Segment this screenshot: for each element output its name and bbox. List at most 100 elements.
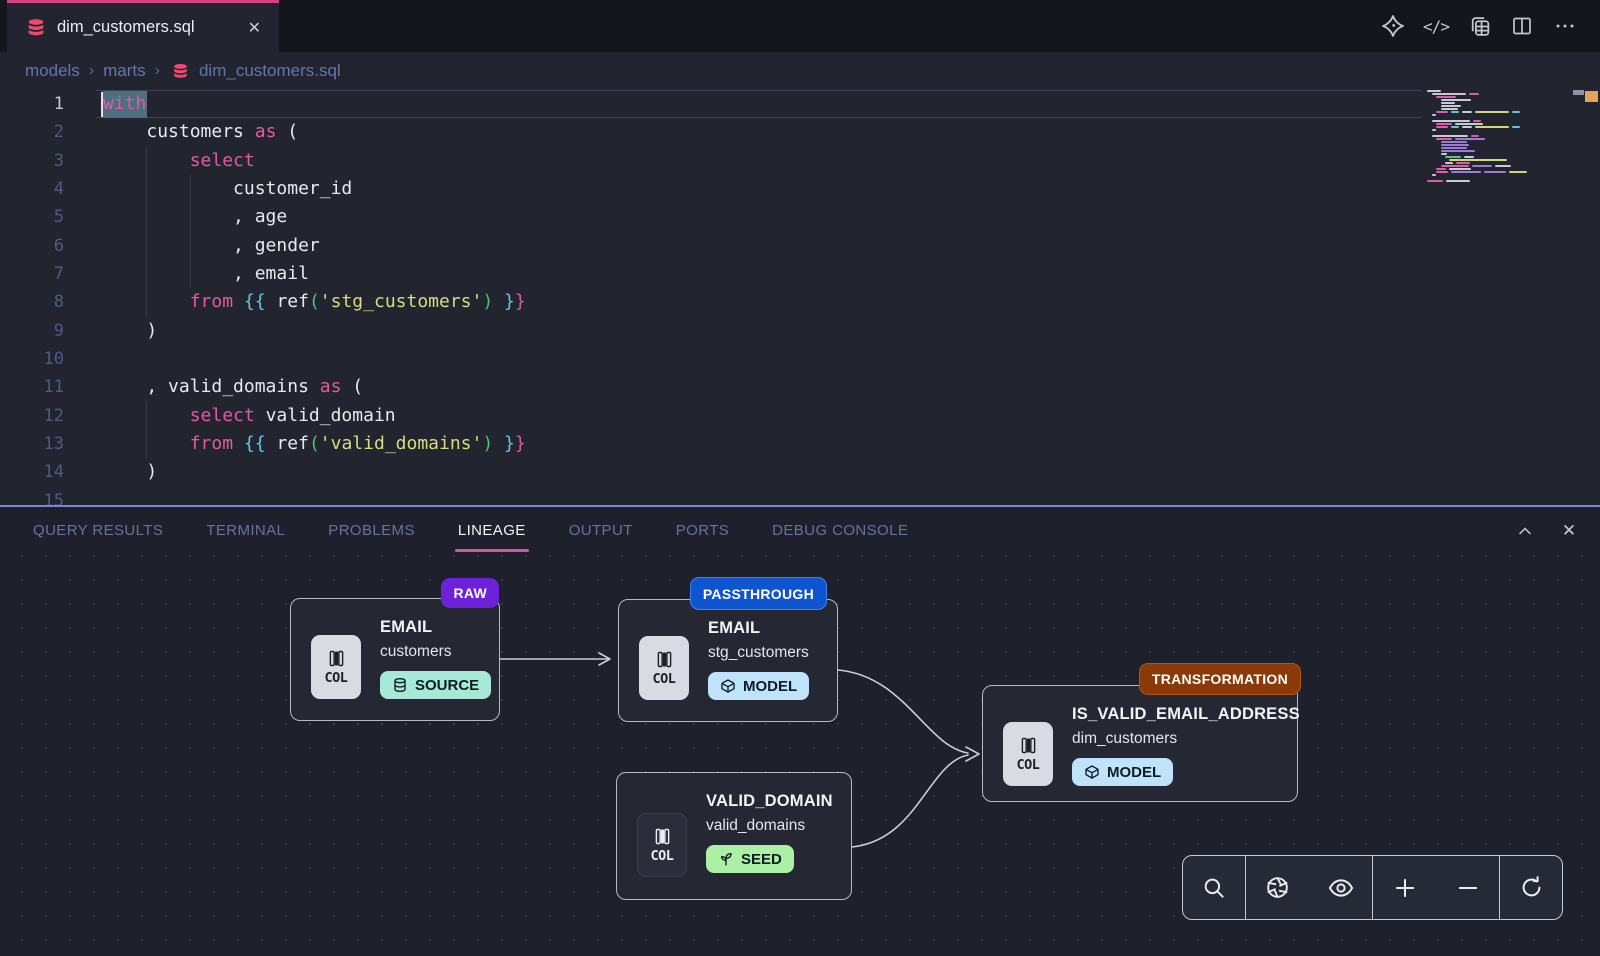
panel-tab-terminal[interactable]: TERMINAL	[206, 507, 285, 554]
code-line: 14 )	[0, 458, 1420, 486]
line-number: 7	[0, 260, 64, 288]
app-window: dim_customers.sql ✕ </> models › marts	[0, 0, 1600, 956]
breadcrumb-separator: ›	[89, 62, 94, 80]
code-line: 2 customers as (	[0, 118, 1420, 146]
seed-tag: SEED	[706, 845, 794, 873]
code-line: 6 , gender	[0, 232, 1420, 260]
breadcrumb: models › marts › dim_customers.sql	[25, 52, 341, 90]
cube-icon	[1084, 764, 1100, 780]
code-editor[interactable]: 1with2 customers as (3 select4 customer_…	[0, 90, 1600, 505]
panel-tab-debug-console[interactable]: DEBUG CONSOLE	[772, 507, 908, 554]
line-number: 5	[0, 203, 64, 231]
columns-icon	[654, 649, 675, 670]
overview-ruler-marker	[1585, 91, 1598, 102]
column-chip: COL	[311, 635, 361, 699]
code-line: 13 from {{ ref('valid_domains') }}	[0, 430, 1420, 458]
code-lines: 1with2 customers as (3 select4 customer_…	[0, 90, 1420, 505]
line-number: 15	[0, 487, 64, 505]
line-number: 2	[0, 118, 64, 146]
line-number: 14	[0, 458, 64, 486]
code-line: 12 select valid_domain	[0, 402, 1420, 430]
code-line: 5 , age	[0, 203, 1420, 231]
zoom-in-icon[interactable]	[1388, 871, 1422, 905]
database-icon	[171, 62, 190, 81]
model-tag: MODEL	[1072, 758, 1173, 786]
column-name: VALID_DOMAIN	[706, 792, 841, 811]
column-name: EMAIL	[708, 619, 827, 638]
eye-icon[interactable]	[1324, 871, 1358, 905]
editor-actions: </>	[1380, 0, 1578, 52]
minimap-line	[1427, 180, 1577, 183]
column-chip: COL	[637, 813, 687, 877]
database-icon	[392, 677, 408, 693]
lineage-node-valid-domains[interactable]: COL VALID_DOMAIN valid_domains SEED	[616, 772, 852, 900]
source-tag: SOURCE	[380, 671, 491, 699]
column-name: EMAIL	[380, 618, 489, 637]
split-editor-icon[interactable]	[1509, 13, 1535, 39]
copy-table-icon[interactable]	[1466, 13, 1492, 39]
tab-close-icon[interactable]: ✕	[244, 16, 265, 40]
columns-icon	[1018, 735, 1039, 756]
line-number: 8	[0, 288, 64, 316]
code-line: 10	[0, 345, 1420, 373]
line-number: 9	[0, 317, 64, 345]
code-line: 3 select	[0, 147, 1420, 175]
breadcrumb-separator: ›	[155, 62, 160, 80]
lineage-node-dim-customers[interactable]: TRANSFORMATION COL IS_VALID_EMAIL_ADDRES…	[982, 685, 1298, 802]
code-line: 15	[0, 487, 1420, 505]
chevron-up-icon[interactable]	[1514, 520, 1536, 542]
passthrough-badge: PASSTHROUGH	[690, 577, 827, 610]
line-number: 6	[0, 232, 64, 260]
column-chip: COL	[1003, 722, 1053, 786]
panel-tab-output[interactable]: OUTPUT	[569, 507, 633, 554]
seedling-icon	[718, 851, 734, 867]
more-actions-icon[interactable]	[1552, 13, 1578, 39]
code-line: 1with	[0, 90, 1420, 118]
columns-icon	[326, 648, 347, 669]
code-line: 7 , email	[0, 260, 1420, 288]
columns-icon	[652, 826, 673, 847]
lineage-toolbar	[1182, 855, 1563, 920]
panel-tab-ports[interactable]: PORTS	[676, 507, 729, 554]
minimap[interactable]	[1427, 90, 1577, 505]
lineage-node-stg-customers[interactable]: PASSTHROUGH COL EMAIL stg_customers MODE…	[618, 599, 838, 722]
breadcrumb-models[interactable]: models	[25, 61, 80, 81]
zoom-out-icon[interactable]	[1451, 871, 1485, 905]
line-number: 12	[0, 402, 64, 430]
database-icon	[25, 17, 47, 39]
line-number: 3	[0, 147, 64, 175]
code-line: 4 customer_id	[0, 175, 1420, 203]
aperture-icon[interactable]	[1261, 871, 1295, 905]
dbt-logo-icon[interactable]	[1380, 13, 1406, 39]
breadcrumb-file[interactable]: dim_customers.sql	[199, 61, 341, 81]
lineage-node-customers[interactable]: RAW COL EMAIL customers SOURCE	[290, 598, 500, 721]
model-name: dim_customers	[1072, 730, 1287, 748]
panel-tab-bar: QUERY RESULTS TERMINAL PROBLEMS LINEAGE OUTP…	[0, 507, 1600, 554]
panel-tab-lineage[interactable]: LINEAGE	[458, 507, 526, 554]
code-line: 8 from {{ ref('stg_customers') }}	[0, 288, 1420, 316]
line-number: 1	[0, 90, 64, 118]
column-chip: COL	[639, 636, 689, 700]
cube-icon	[720, 678, 736, 694]
refresh-icon[interactable]	[1514, 871, 1548, 905]
line-number: 13	[0, 430, 64, 458]
panel-tab-problems[interactable]: PROBLEMS	[328, 507, 415, 554]
column-name: IS_VALID_EMAIL_ADDRESS	[1072, 705, 1287, 724]
lineage-canvas[interactable]: RAW COL EMAIL customers SOURCE PASSTHROU…	[0, 554, 1600, 956]
breadcrumb-marts[interactable]: marts	[103, 61, 146, 81]
editor-tab-dim-customers[interactable]: dim_customers.sql ✕	[7, 0, 279, 52]
editor-tab-bar: dim_customers.sql ✕ </>	[0, 0, 1600, 52]
panel-tab-query-results[interactable]: QUERY RESULTS	[33, 507, 163, 554]
panel-header-actions: ✕	[1514, 507, 1580, 554]
model-tag: MODEL	[708, 672, 809, 700]
overview-ruler-tick	[1573, 90, 1584, 95]
tab-title: dim_customers.sql	[57, 18, 234, 37]
bottom-panel: QUERY RESULTS TERMINAL PROBLEMS LINEAGE OUTP…	[0, 505, 1600, 956]
raw-badge: RAW	[441, 578, 499, 608]
model-name: customers	[380, 643, 489, 661]
search-icon[interactable]	[1197, 871, 1231, 905]
line-number: 11	[0, 373, 64, 401]
panel-close-icon[interactable]: ✕	[1558, 520, 1580, 542]
model-name: valid_domains	[706, 817, 841, 835]
code-preview-icon[interactable]: </>	[1423, 13, 1449, 39]
